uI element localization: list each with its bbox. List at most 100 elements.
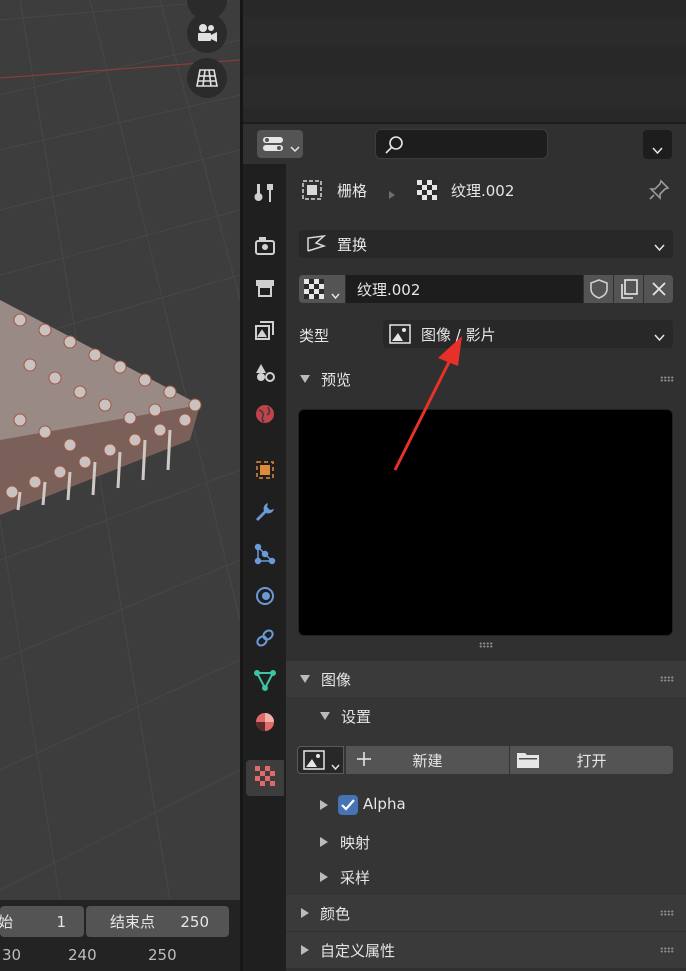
image-browse-button[interactable]: [297, 746, 344, 774]
collapse-triangle-icon: [300, 675, 310, 683]
preview-resize-handle-icon[interactable]: [479, 642, 493, 648]
drag-handle-icon[interactable]: [660, 376, 674, 382]
texture-checker-icon: [304, 279, 324, 303]
tab-object-data[interactable]: [246, 664, 284, 700]
chevron-down-icon: [654, 238, 665, 256]
settings-subpanel-header[interactable]: 设置: [320, 701, 371, 731]
start-frame-field[interactable]: 始 1: [0, 906, 84, 937]
open-image-button[interactable]: 打开: [510, 746, 673, 774]
image-icon: [303, 750, 325, 774]
scene-icon: [254, 361, 276, 387]
tab-constraints[interactable]: [246, 622, 284, 658]
sampling-subpanel-header[interactable]: 采样: [320, 864, 370, 890]
3d-viewport[interactable]: [0, 0, 240, 900]
world-icon: [254, 403, 276, 429]
end-frame-label: 结束点: [110, 913, 156, 931]
breadcrumb-separator-icon: [389, 185, 395, 203]
camera-icon: [195, 22, 219, 44]
alpha-checkbox[interactable]: [338, 795, 358, 815]
breadcrumb-object: 栅格: [337, 182, 368, 200]
timeline-ruler-tick: 240: [68, 946, 97, 964]
plus-icon: [356, 751, 372, 771]
collapse-triangle-icon: [320, 712, 330, 720]
texture-checker-icon: [254, 765, 276, 791]
type-label: 类型: [299, 327, 330, 345]
alpha-subpanel-header[interactable]: Alpha: [320, 792, 406, 818]
physics-icon: [254, 585, 276, 611]
outliner[interactable]: [243, 0, 686, 122]
properties-content: 栅格 纹理.002 置换 纹理.002 类型 图像 / 影片 预览 图像 设置 …: [286, 164, 686, 971]
editor-type-button[interactable]: [257, 130, 303, 158]
drag-handle-icon[interactable]: [660, 676, 674, 682]
ortho-grid-button[interactable]: [187, 58, 227, 98]
tab-view-layer[interactable]: [246, 314, 284, 350]
custom-props-panel-header[interactable]: 自定义属性: [286, 932, 686, 968]
search-icon: [384, 135, 404, 159]
drag-handle-icon[interactable]: [660, 910, 674, 916]
outliner-row[interactable]: [243, 17, 686, 47]
modifier-label: 置换: [337, 236, 368, 254]
tab-object[interactable]: [246, 454, 284, 490]
tab-material[interactable]: [246, 706, 284, 742]
end-frame-value: 250: [180, 912, 209, 931]
render-icon: [254, 235, 276, 261]
camera-view-button[interactable]: [187, 13, 227, 53]
image-panel-header[interactable]: 图像: [286, 661, 686, 697]
drag-handle-icon[interactable]: [660, 947, 674, 953]
timeline-ruler-tick: 30: [2, 946, 22, 964]
texture-preview: [298, 409, 673, 636]
displace-modifier-icon: [306, 234, 327, 258]
color-panel-header[interactable]: 颜色: [286, 895, 686, 931]
tab-texture[interactable]: [246, 760, 284, 796]
mapping-subpanel-header[interactable]: 映射: [320, 829, 370, 855]
chevron-down-icon: [654, 328, 665, 346]
expand-triangle-icon: [320, 872, 328, 882]
tab-world[interactable]: [246, 398, 284, 434]
custom-props-panel-title: 自定义属性: [320, 941, 396, 960]
preview-panel-title: 预览: [321, 370, 352, 389]
tab-output[interactable]: [246, 272, 284, 308]
texture-browse-button[interactable]: [299, 275, 345, 303]
close-icon: [652, 282, 666, 300]
shield-icon: [589, 278, 609, 304]
mesh-data-icon: [254, 669, 276, 695]
color-panel-title: 颜色: [320, 904, 351, 923]
pin-icon[interactable]: [648, 179, 670, 205]
timeline: 始 1 结束点 250: [0, 900, 240, 971]
tab-render[interactable]: [246, 230, 284, 266]
tab-modifiers[interactable]: [246, 496, 284, 532]
sampling-label: 采样: [340, 868, 371, 887]
start-frame-label: 始: [0, 913, 14, 931]
tab-particles[interactable]: [246, 538, 284, 574]
tab-scene[interactable]: [246, 356, 284, 392]
texture-name-field[interactable]: 纹理.002: [346, 275, 583, 303]
unlink-texture-button[interactable]: [644, 275, 673, 303]
chevron-down-icon: [331, 286, 340, 304]
fake-user-button[interactable]: [584, 275, 613, 303]
header-options-button[interactable]: [643, 130, 672, 159]
new-image-label: 新建: [412, 751, 443, 770]
modifier-selector[interactable]: 置换: [299, 230, 673, 258]
expand-triangle-icon: [320, 800, 328, 810]
breadcrumb-texture: 纹理.002: [451, 182, 515, 200]
texture-datablock-row: 纹理.002: [299, 275, 673, 303]
folder-icon: [516, 751, 540, 773]
tab-physics[interactable]: [246, 580, 284, 616]
material-icon: [254, 711, 276, 737]
expand-triangle-icon: [301, 945, 309, 955]
duplicate-icon: [619, 278, 639, 304]
object-icon: [254, 459, 276, 485]
new-image-button[interactable]: 新建: [346, 746, 509, 774]
open-image-label: 打开: [576, 751, 607, 770]
texture-checker-icon: [416, 179, 438, 205]
collapse-triangle-icon: [300, 375, 310, 383]
outliner-row[interactable]: [243, 77, 686, 107]
duplicate-texture-button[interactable]: [614, 275, 643, 303]
tab-tool[interactable]: [246, 177, 284, 213]
preview-panel-header[interactable]: 预览: [286, 361, 686, 397]
properties-search-input[interactable]: [375, 129, 548, 159]
annotation-arrow: [393, 336, 462, 471]
end-frame-field[interactable]: 结束点 250: [86, 906, 229, 937]
expand-triangle-icon: [301, 908, 309, 918]
texture-name: 纹理.002: [357, 281, 421, 299]
